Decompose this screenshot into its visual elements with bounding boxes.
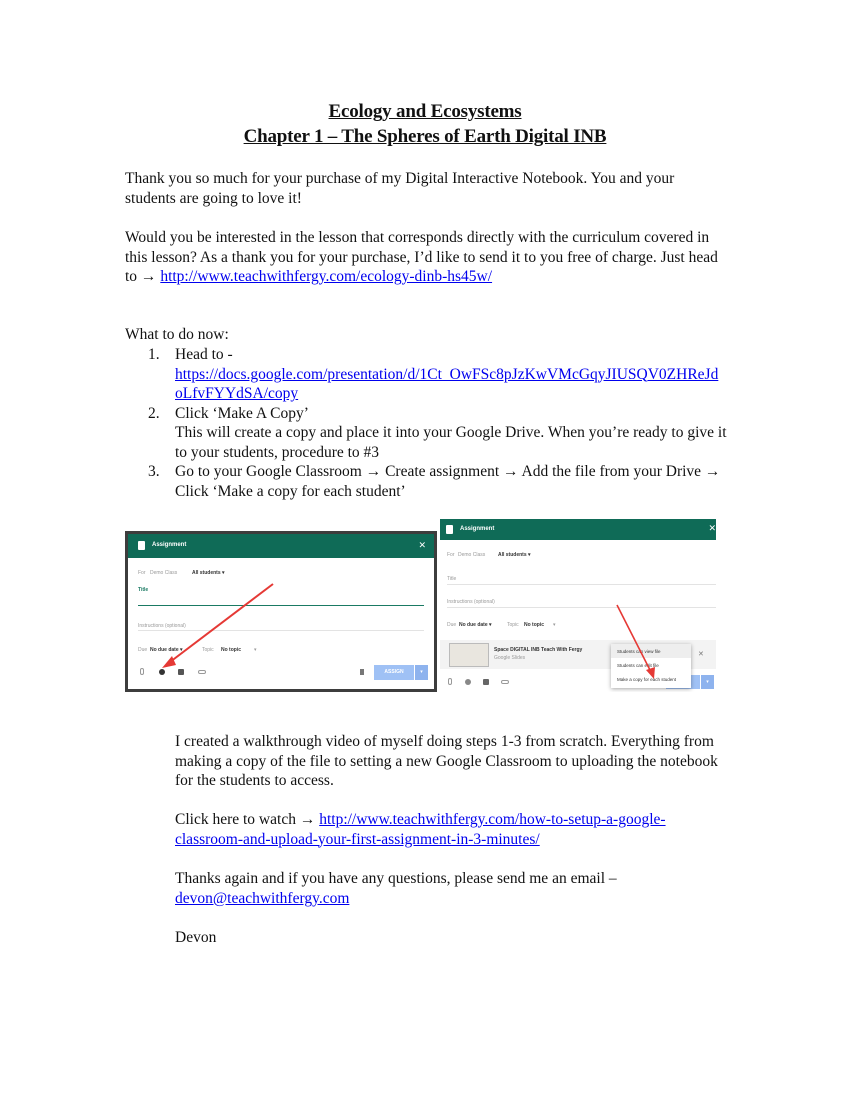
thanks-text: Thanks again and if you have any questio… [175,870,617,887]
step-text: Click ‘Make A Copy’ [175,404,309,422]
watch-paragraph: Click here to watch → http://www.teachwi… [175,810,725,849]
step-number: 2. [148,404,160,422]
arrow-shaft [616,604,652,673]
offer-paragraph: Would you be interested in the lesson th… [125,228,725,287]
email-link[interactable]: devon@teachwithfergy.com [175,890,349,907]
step-detail: This will create a copy and place it int… [175,424,727,461]
step-3: 3. Go to your Google Classroom → Create … [148,462,728,501]
intro-paragraph: Thank you so much for your purchase of m… [125,170,675,207]
step-2: 2. Click ‘Make A Copy’ This will create … [148,404,728,463]
step-number: 3. [148,463,160,480]
arrow-shaft [169,583,274,663]
step-text: Go to your Google Classroom → Create ass… [175,463,721,500]
steps-list: 1. Head to - https://docs.google.com/pre… [148,345,728,501]
document-page: Ecology and Ecosystems Chapter 1 – The S… [0,0,850,1100]
offer-link[interactable]: http://www.teachwithfergy.com/ecology-di… [160,268,492,285]
classroom-screenshot-1: Assignment ✕ For Demo Class All students… [125,531,437,692]
classroom-screenshot-2: Assignment ✕ For Demo Class All students… [440,519,716,692]
thanks-paragraph: Thanks again and if you have any questio… [175,869,725,908]
red-arrow-annotation [616,604,655,679]
step-1: 1. Head to - https://docs.google.com/pre… [148,345,728,404]
steps-heading: What to do now: [125,326,229,343]
step-text: Head to - [175,346,233,363]
watch-text: Click here to watch → [175,811,320,828]
red-arrow-annotation [162,583,274,668]
step-number: 1. [148,346,160,363]
copy-link[interactable]: https://docs.google.com/presentation/d/1… [175,365,720,404]
video-paragraph: I created a walkthrough video of myself … [175,733,718,789]
arrow-head [646,667,655,679]
signature: Devon [175,929,217,946]
document-title: Ecology and Ecosystems [328,101,522,122]
document-subtitle: Chapter 1 – The Spheres of Earth Digital… [243,126,607,147]
